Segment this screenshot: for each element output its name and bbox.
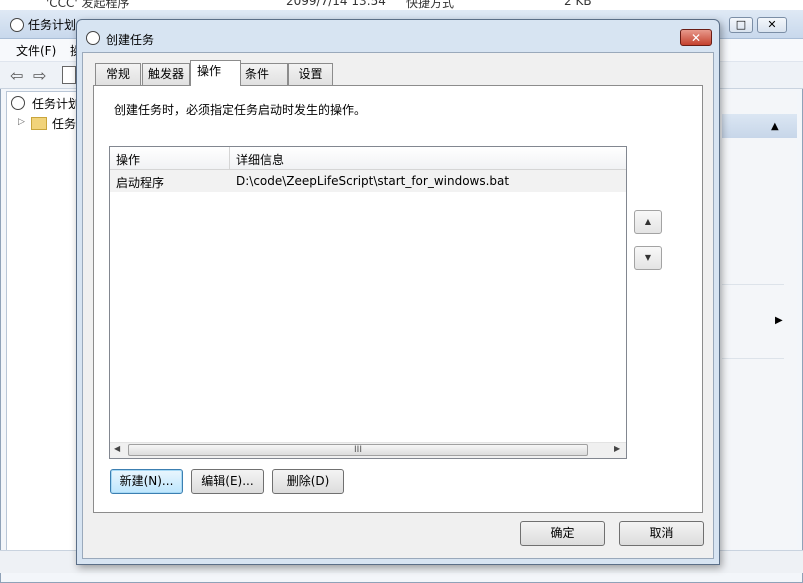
new-button[interactable]: 新建(N)... — [110, 469, 183, 494]
bg-file-type: 快捷方式 — [406, 0, 455, 10]
delete-button[interactable]: 删除(D) — [272, 469, 344, 494]
column-header-action[interactable]: 操作 — [116, 151, 140, 168]
tab-actions[interactable]: 操作 — [190, 60, 241, 86]
submenu-arrow-icon[interactable]: ▶ — [775, 315, 783, 326]
move-up-button[interactable]: ▲ — [634, 210, 662, 234]
scroll-right-arrow-icon[interactable]: ▶ — [614, 444, 620, 453]
menu-file[interactable]: 文件(F) — [16, 42, 56, 59]
actions-pane — [722, 91, 797, 549]
back-arrow-icon[interactable]: ⇦ — [10, 66, 23, 85]
divider — [722, 284, 784, 285]
folder-icon — [31, 117, 47, 130]
tab-conditions[interactable]: 条件 — [240, 63, 288, 85]
console-icon[interactable] — [62, 66, 76, 84]
column-header-details[interactable]: 详细信息 — [236, 151, 284, 168]
expand-arrow-icon[interactable]: ▷ — [18, 117, 25, 127]
dialog-title: 创建任务 — [106, 33, 155, 47]
navigation-tree — [6, 91, 80, 551]
row-action-cell: 启动程序 — [116, 176, 165, 190]
tab-triggers[interactable]: 触发器 — [142, 63, 190, 85]
tree-item-library[interactable]: 任务 — [52, 115, 76, 132]
clock-icon — [10, 18, 24, 32]
clock-icon — [11, 96, 25, 110]
bg-file-size: 2 KB — [564, 0, 592, 8]
ok-button[interactable]: 确定 — [520, 521, 605, 546]
row-detail-cell: D:\code\ZeepLifeScript\start_for_windows… — [236, 174, 510, 188]
edit-button[interactable]: 编辑(E)... — [191, 469, 264, 494]
forward-arrow-icon[interactable]: ⇨ — [33, 66, 46, 85]
close-button[interactable]: ✕ — [680, 29, 712, 46]
background-window-title: 任务计划 — [28, 18, 77, 32]
tab-settings[interactable]: 设置 — [288, 63, 333, 85]
background-file-row: 'CCC' 发起程序 2099/7/14 13:54 快捷方式 2 KB — [0, 0, 803, 10]
background-close-button[interactable]: ✕ — [757, 17, 787, 33]
scrollbar-thumb[interactable]: III — [128, 444, 588, 456]
bg-file-date: 2099/7/14 13:54 — [286, 0, 386, 8]
tab-general[interactable]: 常规 — [95, 63, 141, 85]
list-header — [110, 147, 626, 170]
tree-item-root[interactable]: 任务计划 — [32, 95, 80, 112]
column-divider[interactable] — [229, 147, 230, 169]
clock-icon — [86, 31, 100, 45]
scroll-left-arrow-icon[interactable]: ◀ — [114, 444, 120, 453]
collapse-arrow-icon[interactable]: ▲ — [771, 121, 779, 132]
divider — [722, 358, 784, 359]
cancel-button[interactable]: 取消 — [619, 521, 704, 546]
actions-pane-header — [722, 114, 797, 138]
actions-list[interactable] — [109, 146, 627, 459]
move-down-button[interactable]: ▼ — [634, 246, 662, 270]
bg-file-name: 'CCC' 发起程序 — [46, 0, 130, 10]
maximize-button[interactable]: □ — [729, 17, 753, 33]
actions-description: 创建任务时，必须指定任务启动时发生的操作。 — [114, 103, 367, 117]
